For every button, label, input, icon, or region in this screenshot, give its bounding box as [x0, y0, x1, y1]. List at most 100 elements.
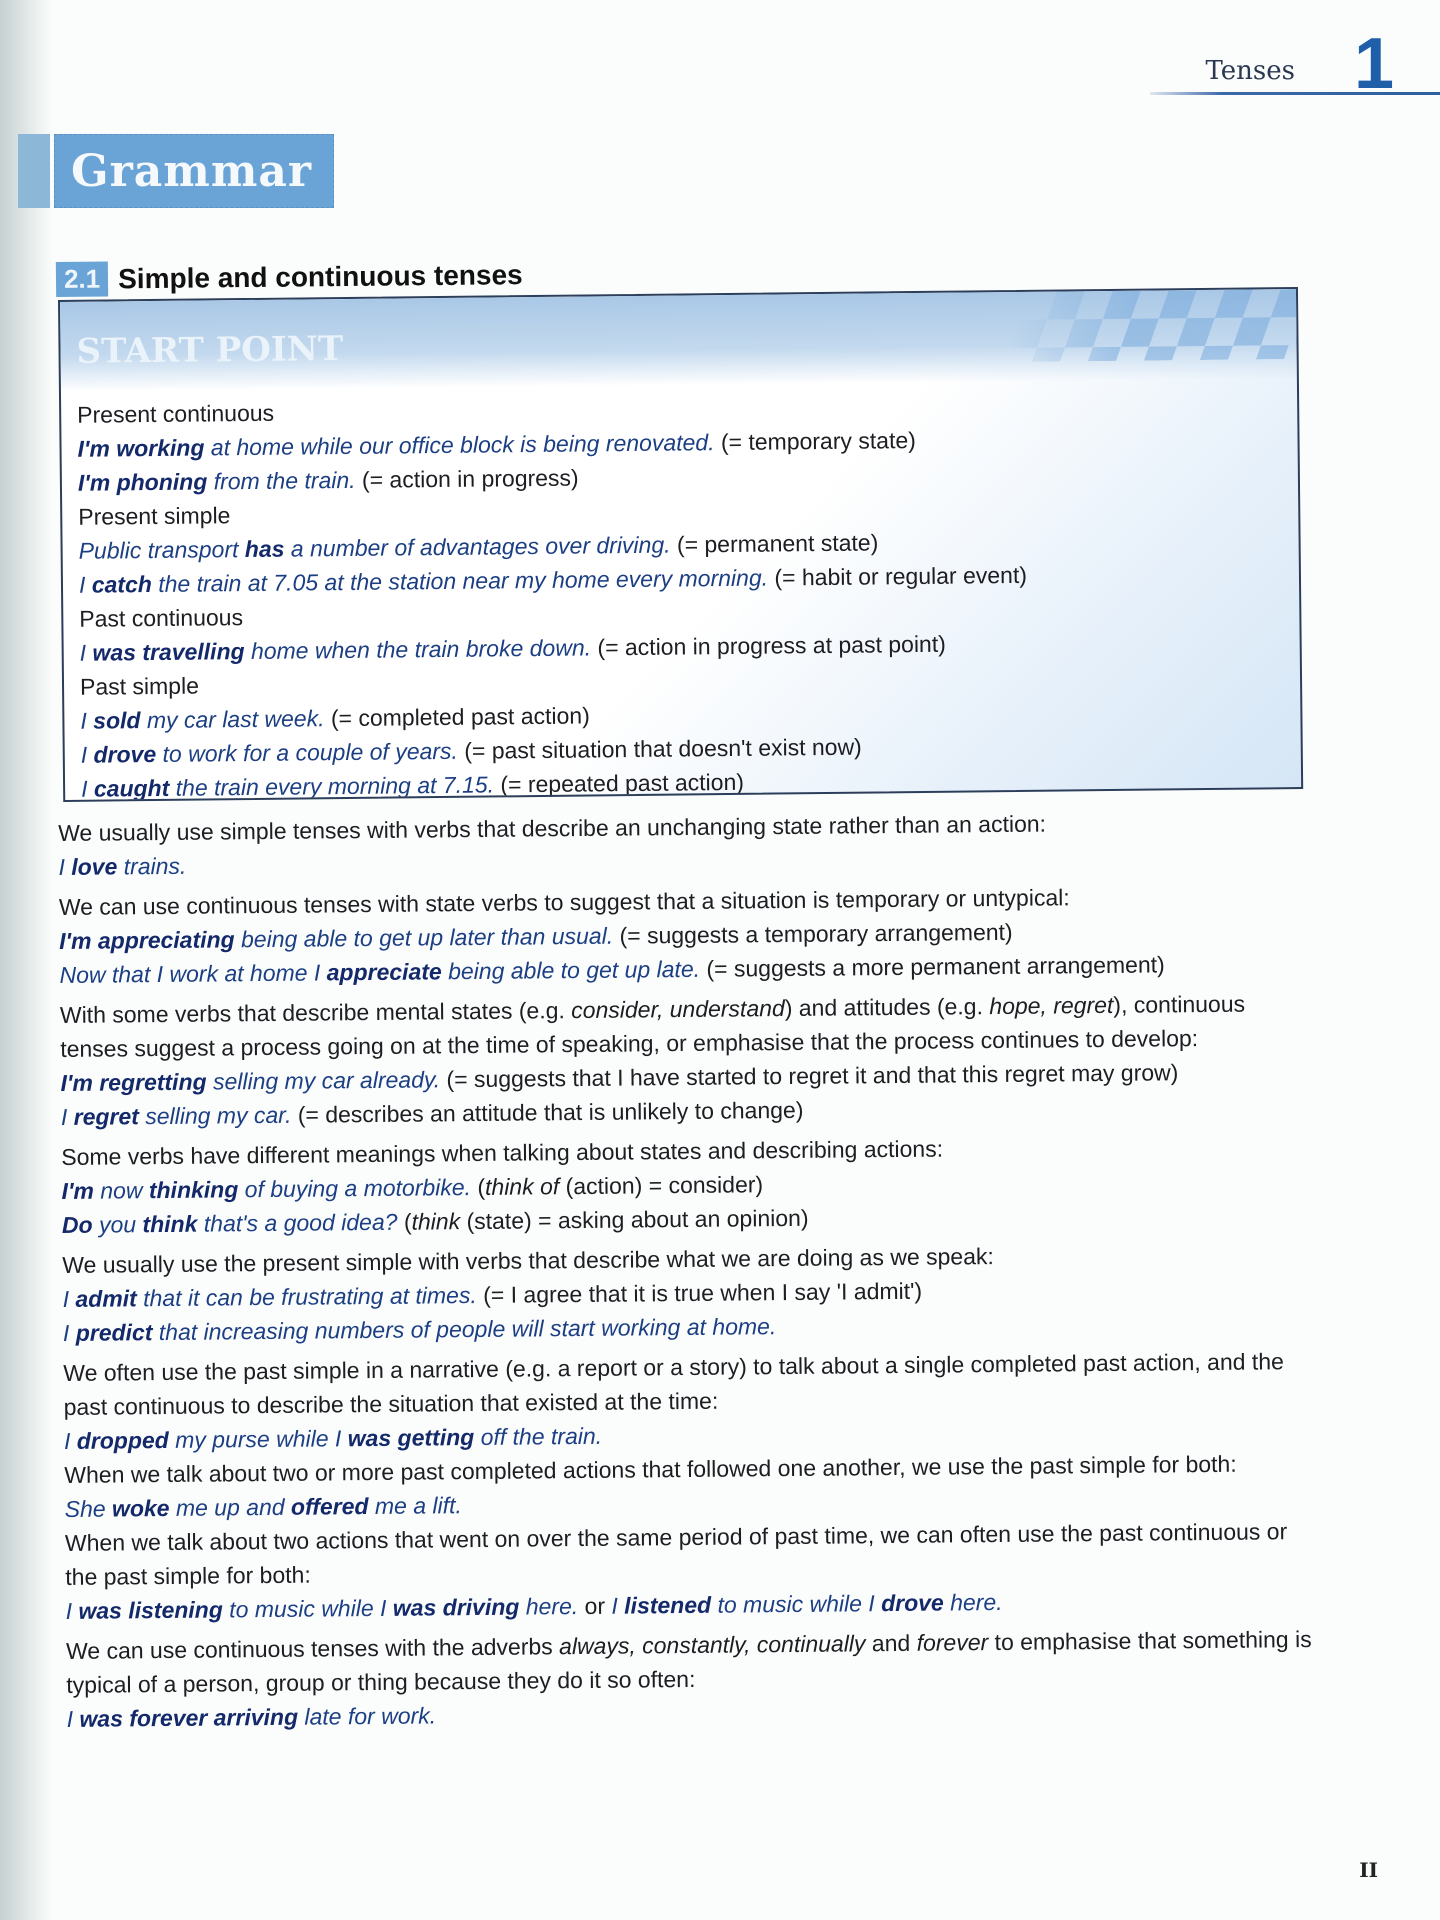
- example-verb: woke: [111, 1494, 170, 1522]
- text-run: We can use continuous tenses with the ad…: [65, 1633, 560, 1664]
- banner-label: Grammar: [54, 134, 334, 208]
- example-text: me up and: [169, 1493, 292, 1521]
- explanation-paragraph: We often use the past simple in a narrat…: [63, 1348, 1284, 1420]
- example-text: to work for a couple of years.: [156, 737, 459, 767]
- italic-term: think: [411, 1208, 461, 1235]
- banner-stub: [18, 134, 50, 208]
- example-verb: predict: [75, 1319, 153, 1346]
- italic-term: hope, regret: [989, 991, 1114, 1020]
- chapter-title: Tenses: [1205, 56, 1295, 86]
- example-verb: dropped: [76, 1426, 169, 1454]
- example-text: Public transport: [78, 536, 245, 564]
- example-text: you: [92, 1211, 143, 1238]
- example-gloss: (= temporary state): [714, 427, 916, 456]
- example-verb: was listening: [78, 1596, 223, 1624]
- example-text: I: [66, 1705, 80, 1732]
- example-text: selling my car already.: [206, 1066, 441, 1095]
- example-text: being able to get up later than usual.: [234, 922, 614, 953]
- example-text: I: [611, 1592, 625, 1619]
- example-gloss: (= habit or regular event): [767, 561, 1028, 591]
- italic-term: think of: [484, 1173, 560, 1200]
- example-text: at home while our office block is being …: [204, 429, 715, 461]
- explanation-paragraph: We can use continuous tenses with the ad…: [66, 1622, 1317, 1702]
- example-gloss: (think (state) = asking about an opinion…: [397, 1204, 809, 1235]
- example-gloss: (= describes an attitude that is unlikel…: [291, 1096, 804, 1128]
- example-text: I: [63, 1427, 77, 1454]
- page-gutter-shadow: [0, 0, 52, 1920]
- example-gloss: (think of (action) = consider): [471, 1171, 763, 1200]
- example-text: the train every morning at 7.15.: [169, 771, 495, 801]
- chapter-number: 1: [1353, 24, 1394, 104]
- text-run: With some verbs that describe mental sta…: [59, 997, 572, 1028]
- start-point-title: START POINT: [76, 329, 344, 372]
- example-text: I: [79, 639, 93, 666]
- example-verb: was driving: [392, 1593, 520, 1621]
- example-text: from the train.: [207, 466, 356, 495]
- example-text: to music while I: [711, 1590, 882, 1618]
- example-verb: caught: [93, 774, 170, 802]
- explanation-paragraph: With some verbs that describe mental sta…: [60, 986, 1311, 1066]
- example-gloss: (= I agree that it is true when I say 'I…: [476, 1277, 923, 1309]
- example-text: I: [60, 1103, 74, 1130]
- page-number: II: [1359, 1858, 1378, 1882]
- checker-pattern: [1003, 288, 1304, 363]
- example-verb: was travelling: [92, 638, 245, 666]
- start-point-body: Present continuous I'm working at home w…: [77, 385, 1285, 802]
- running-head-rule: [1150, 92, 1440, 95]
- example-verb: thinking: [148, 1176, 239, 1204]
- text-run: (: [397, 1208, 412, 1235]
- italic-term: consider, understand: [571, 995, 785, 1024]
- example-text: I: [58, 853, 72, 880]
- example-text: that it can be frustrating at times.: [136, 1282, 477, 1312]
- example-text: I: [62, 1285, 76, 1312]
- example-gloss: (= past situation that doesn't exist now…: [457, 733, 862, 764]
- example-gloss: (= action in progress at past point): [590, 630, 946, 661]
- italic-term: forever: [916, 1629, 989, 1656]
- example-text: I: [80, 741, 94, 768]
- example-verb: sold: [93, 707, 141, 734]
- example-text: here.: [519, 1593, 579, 1620]
- example-verb: love: [71, 853, 118, 880]
- example-text: I: [80, 707, 94, 734]
- example-verb: Do: [61, 1211, 93, 1238]
- example-text: to music while I: [222, 1594, 393, 1623]
- example-verb: admit: [75, 1285, 137, 1312]
- example-verb: has: [244, 535, 285, 563]
- example-verb: drove: [881, 1589, 944, 1617]
- example-text: me a lift.: [368, 1492, 462, 1520]
- example-text: late for work.: [297, 1702, 437, 1730]
- example-text: selling my car.: [138, 1101, 292, 1130]
- example-text: now: [93, 1177, 150, 1204]
- example-text: being able to get up late.: [441, 955, 701, 985]
- example-gloss: (= repeated past action): [493, 768, 745, 798]
- example-text: that increasing numbers of people will s…: [152, 1313, 777, 1346]
- example-verb: I'm: [61, 1177, 95, 1204]
- start-point-box: START POINT Present continuous I'm worki…: [58, 287, 1304, 802]
- example-text: my car last week.: [140, 705, 325, 734]
- example-gloss: (= action in progress): [355, 464, 579, 493]
- text-run: (state) = asking about an opinion): [460, 1204, 809, 1235]
- example-text: that's a good idea?: [197, 1208, 398, 1237]
- example-verb: I'm regretting: [60, 1068, 207, 1096]
- example-text: of buying a motorbike.: [238, 1174, 472, 1203]
- example-text: home when the train broke down.: [244, 634, 592, 665]
- example-text: I: [78, 571, 92, 598]
- text-run: (action) = consider): [559, 1171, 764, 1200]
- example-text: trains.: [117, 852, 187, 880]
- explanation-paragraph: When we talk about two actions that went…: [64, 1518, 1288, 1590]
- text-run: ) and attitudes (e.g.: [784, 993, 990, 1022]
- example-verb: I'm working: [77, 434, 205, 462]
- example-text: the train at 7.05 at the station near my…: [151, 564, 769, 598]
- example-text: my purse while I: [168, 1425, 348, 1453]
- example-verb: listened: [624, 1591, 712, 1619]
- running-head: Tenses 1: [1150, 24, 1440, 104]
- example-text: I: [80, 775, 95, 802]
- example-verb: offered: [290, 1493, 369, 1520]
- example-text: a number of advantages over driving.: [284, 531, 671, 562]
- example-verb: was forever arriving: [79, 1703, 299, 1732]
- text-run: and: [865, 1629, 917, 1657]
- example-verb: I'm appreciating: [59, 926, 235, 954]
- section-number: 2.1: [55, 261, 109, 297]
- example-text: She: [64, 1495, 113, 1522]
- example-verb: regret: [73, 1103, 139, 1130]
